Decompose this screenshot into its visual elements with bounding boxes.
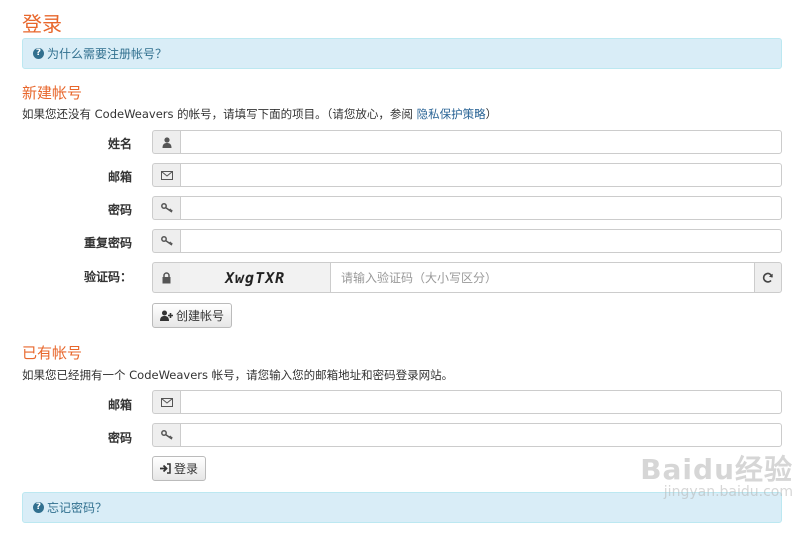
login-email-label: 邮箱: [107, 398, 132, 412]
why-register-link[interactable]: 为什么需要注册帐号？: [47, 45, 167, 62]
refresh-captcha-button[interactable]: [754, 262, 782, 293]
login-email-input-group: [152, 390, 782, 414]
captcha-label: 验证码：: [83, 270, 132, 284]
key-icon: [152, 196, 180, 220]
new-account-desc-end: ）: [485, 107, 498, 121]
envelope-icon: [152, 163, 180, 187]
captcha-input[interactable]: [330, 262, 754, 293]
email-input-group: [152, 163, 782, 187]
name-input-group: [152, 130, 782, 154]
new-account-description: 如果您还没有 CodeWeavers 的帐号，请填写下面的项目。（请您放心，参阅…: [22, 106, 497, 122]
create-account-button[interactable]: 创建帐号: [152, 303, 233, 328]
repeat-password-input[interactable]: [180, 229, 782, 253]
forgot-password-link[interactable]: 忘记密码？: [47, 499, 107, 516]
existing-account-title: 已有帐号: [22, 344, 83, 362]
refresh-icon: [762, 272, 774, 284]
key-icon: [152, 423, 180, 447]
login-email-input[interactable]: [180, 390, 782, 414]
existing-account-description: 如果您已经拥有一个 CodeWeavers 帐号，请您输入您的邮箱地址和密码登录…: [22, 368, 454, 382]
why-register-alert[interactable]: ? 为什么需要注册帐号？: [22, 38, 782, 69]
create-account-label: 创建帐号: [176, 309, 225, 323]
repeat-password-input-group: [152, 229, 782, 253]
question-circle-icon: ?: [33, 502, 44, 513]
envelope-icon: [152, 390, 180, 414]
new-account-title: 新建帐号: [22, 84, 83, 102]
repeat-password-label: 重复密码: [83, 236, 132, 250]
password-label: 密码: [107, 203, 132, 217]
privacy-policy-link[interactable]: 隐私保护策略: [417, 107, 486, 121]
captcha-image: XwgTXR: [180, 262, 330, 293]
watermark-url: jingyan.baidu.com: [663, 484, 793, 500]
login-password-label: 密码: [107, 431, 132, 445]
password-input[interactable]: [180, 196, 782, 220]
password-input-group: [152, 196, 782, 220]
watermark-logo: Baidu经验: [640, 453, 793, 486]
question-circle-icon: ?: [33, 48, 44, 59]
login-password-input[interactable]: [180, 423, 782, 447]
email-input[interactable]: [180, 163, 782, 187]
email-label: 邮箱: [107, 170, 132, 184]
name-label: 姓名: [107, 137, 132, 151]
baidu-jingyan-watermark: Baidu经验 jingyan.baidu.com: [640, 448, 793, 500]
new-account-desc-text: 如果您还没有 CodeWeavers 的帐号，请填写下面的项目。（请您放心，参阅: [22, 107, 417, 121]
sign-in-icon: [160, 463, 171, 474]
key-icon: [152, 229, 180, 253]
lock-icon: [152, 262, 180, 293]
login-button[interactable]: 登录: [152, 456, 207, 481]
add-user-icon: [160, 310, 173, 321]
name-input[interactable]: [180, 130, 782, 154]
captcha-input-group: XwgTXR: [152, 262, 782, 293]
page-title: 登录: [22, 12, 62, 36]
user-icon: [152, 130, 180, 154]
login-password-input-group: [152, 423, 782, 447]
login-label: 登录: [174, 462, 199, 476]
captcha-image-text: XwgTXR: [223, 268, 287, 287]
